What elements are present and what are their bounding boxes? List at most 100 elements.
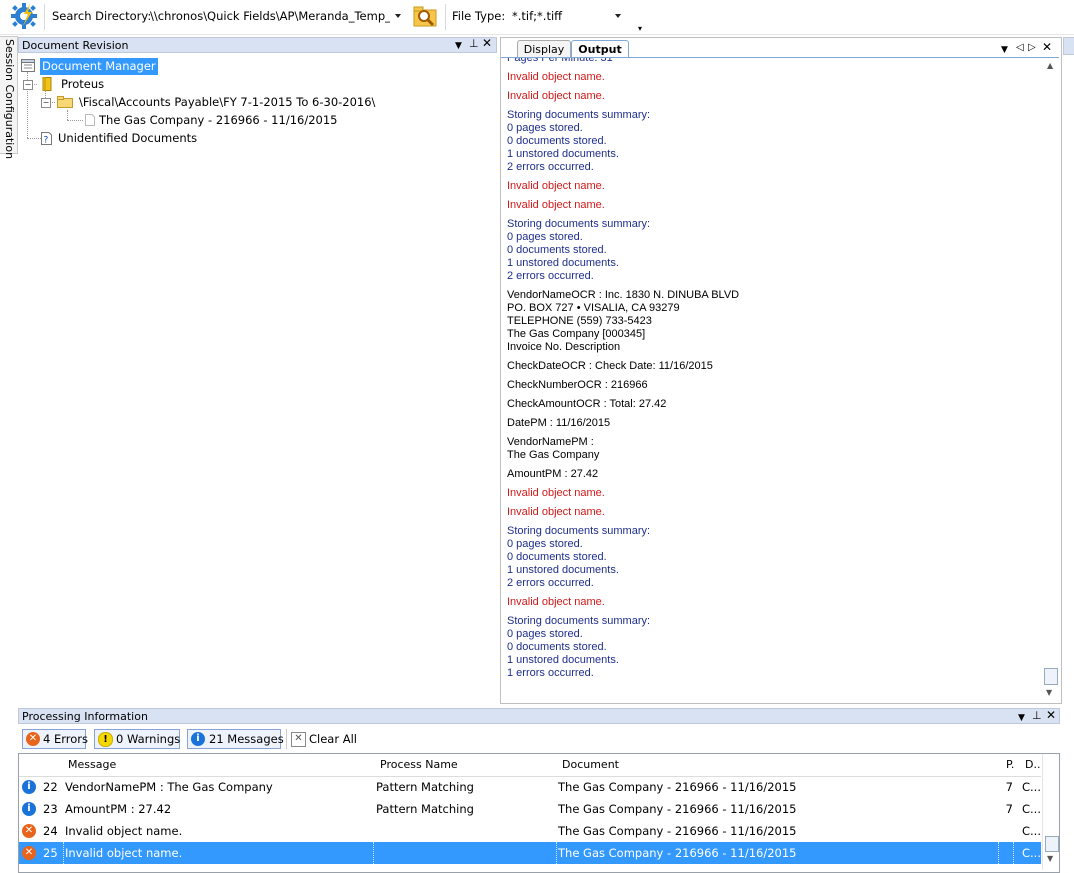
column-header-document[interactable]: Document — [562, 756, 619, 774]
error-icon: ✕ — [22, 846, 36, 860]
output-line: 1 unstored documents. — [507, 564, 619, 576]
document-tree: Document Manager − Proteus − \Fiscal\Acc… — [19, 55, 497, 695]
output-line: TELEPHONE (559) 733-5423 — [507, 315, 652, 327]
svg-text:?: ? — [44, 136, 49, 146]
collapse-expander-icon[interactable]: − — [41, 98, 51, 108]
grid-cell-message: Invalid object name. — [65, 824, 183, 838]
output-panel: Display Output ▼ ◁ ▷ ✕ Pages Per Minute:… — [500, 37, 1062, 704]
grid-scrollbar[interactable]: ▼ — [1042, 754, 1059, 870]
output-line: 2 errors occurred. — [507, 161, 594, 173]
magnifier-folder-icon — [413, 6, 437, 27]
grid-cell-num: 23 — [43, 802, 58, 816]
tab-display[interactable]: Display — [517, 40, 571, 57]
processing-grid: Message Process Name Document P. D.. i 22… — [18, 753, 1060, 873]
output-log: Pages Per Minute: 31 Invalid object name.… — [507, 58, 1041, 698]
grid-cell-p — [999, 842, 1014, 864]
file-type-dropdown-icon[interactable] — [615, 14, 621, 18]
grid-cell-process — [374, 820, 556, 842]
output-line: CheckAmountOCR : Total: 27.42 — [507, 398, 667, 410]
output-line: 0 documents stored. — [507, 135, 607, 147]
pin-icon[interactable]: ⊥ — [1032, 710, 1042, 721]
error-icon: ✕ — [22, 824, 36, 838]
column-header-message[interactable]: Message — [68, 756, 116, 774]
column-header-d[interactable]: D.. — [1025, 756, 1040, 774]
output-line: 0 pages stored. — [507, 122, 583, 134]
tab-label: Output — [578, 43, 622, 56]
output-line: Invalid object name. — [507, 596, 605, 608]
output-line: VendorNamePM : — [507, 436, 594, 448]
errors-filter-button[interactable]: ✕ 4 Errors — [22, 729, 88, 749]
output-scrollbar[interactable]: ▲ — [1042, 58, 1059, 701]
grid-cell-message: Invalid object name. — [63, 842, 374, 864]
output-line: 1 unstored documents. — [507, 148, 619, 160]
tree-node-label: Proteus — [61, 77, 105, 91]
panel-menu-icon[interactable]: ▼ — [1001, 45, 1008, 55]
scroll-down-icon[interactable]: ▼ — [1046, 688, 1052, 697]
output-line: Invoice No. Description — [507, 341, 621, 353]
browse-search-button[interactable] — [412, 3, 439, 30]
grid-cell-p: 7 — [1005, 802, 1013, 816]
toolbar-separator — [286, 729, 287, 749]
output-line: 0 documents stored. — [507, 551, 607, 563]
output-line: Storing documents summary: — [507, 109, 651, 121]
output-line: 0 documents stored. — [507, 641, 607, 653]
table-row[interactable]: i 23 AmountPM : 27.42 Pattern Matching The G… — [19, 798, 1041, 820]
tab-output[interactable]: Output — [571, 40, 629, 57]
close-icon[interactable]: ✕ — [482, 37, 492, 49]
messages-filter-label: 21 Messages — [209, 732, 284, 746]
scroll-down-icon[interactable]: ▼ — [1047, 854, 1053, 863]
output-line: The Gas Company [000345] — [507, 328, 646, 340]
errors-filter-label: 4 Errors — [43, 732, 88, 746]
scroll-tabs-left-icon[interactable]: ◁ — [1016, 43, 1024, 53]
panel-menu-icon[interactable]: ▼ — [455, 41, 462, 51]
pin-icon[interactable]: ⊥ — [469, 38, 479, 49]
output-line: 1 unstored documents. — [507, 654, 619, 666]
grid-cell-message: AmountPM : 27.42 — [65, 802, 172, 816]
info-icon: i — [22, 780, 36, 794]
scroll-tabs-right-icon[interactable]: ▷ — [1028, 43, 1036, 53]
output-line: Invalid object name. — [507, 90, 605, 102]
clear-all-label: Clear All — [309, 732, 357, 746]
search-directory-field[interactable]: \\chronos\Quick Fields\AP\Meranda_Temp_ — [150, 9, 390, 23]
grid-cell-document: The Gas Company - 216966 - 11/16/2015 — [558, 824, 797, 838]
clear-icon: ✕ — [291, 732, 306, 747]
table-row[interactable]: ✕ 25 Invalid object name. The Gas Company -… — [19, 842, 1043, 864]
processing-information-title: Processing Information — [22, 710, 148, 723]
toolbar-overflow-icon[interactable]: ▾ — [638, 24, 642, 33]
close-icon[interactable]: ✕ — [1046, 709, 1056, 721]
output-line: Invalid object name. — [507, 180, 605, 192]
output-line: The Gas Company — [507, 449, 600, 461]
output-line: Invalid object name. — [507, 71, 605, 83]
close-icon[interactable]: ✕ — [1042, 41, 1052, 53]
processing-information-title-bar: Processing Information — [18, 708, 1060, 724]
output-line: 0 documents stored. — [507, 244, 607, 256]
output-line: 0 pages stored. — [507, 538, 583, 550]
app-gear-icon[interactable] — [8, 2, 40, 30]
messages-filter-button[interactable]: i 21 Messages — [187, 729, 284, 749]
tab-label: Display — [523, 43, 565, 56]
output-line: CheckNumberOCR : 216966 — [507, 379, 648, 391]
grid-cell-num: 24 — [43, 824, 58, 838]
document-icon — [85, 114, 95, 126]
grid-cell-process: Pattern Matching — [376, 802, 474, 816]
scrollbar-thumb[interactable] — [1044, 668, 1058, 685]
scroll-up-icon[interactable]: ▲ — [1047, 61, 1053, 70]
table-row[interactable]: ✕ 24 Invalid object name. The Gas Company -… — [19, 820, 1041, 842]
collapse-expander-icon[interactable]: − — [23, 80, 33, 90]
document-revision-title: Document Revision — [22, 39, 129, 52]
grid-cell-d: C... — [1020, 842, 1043, 864]
scrollbar-thumb[interactable] — [1045, 836, 1059, 852]
session-configuration-tab[interactable]: Session Configuration — [0, 36, 18, 159]
output-line: 0 pages stored. — [507, 231, 583, 243]
column-header-process-name[interactable]: Process Name — [380, 756, 458, 774]
warning-icon: ! — [98, 732, 113, 747]
warnings-filter-label: 0 Warnings — [116, 732, 181, 746]
table-row[interactable]: i 22 VendorNamePM : The Gas Company Pattern… — [19, 776, 1041, 798]
panel-menu-icon[interactable]: ▼ — [1018, 713, 1025, 723]
document-manager-icon — [21, 59, 35, 72]
output-line: 0 pages stored. — [507, 628, 583, 640]
file-type-field[interactable]: *.tif;*.tiff — [512, 9, 612, 23]
search-directory-dropdown-icon[interactable] — [395, 14, 401, 18]
column-header-p[interactable]: P. — [1006, 756, 1014, 774]
warnings-filter-button[interactable]: ! 0 Warnings — [94, 729, 180, 749]
